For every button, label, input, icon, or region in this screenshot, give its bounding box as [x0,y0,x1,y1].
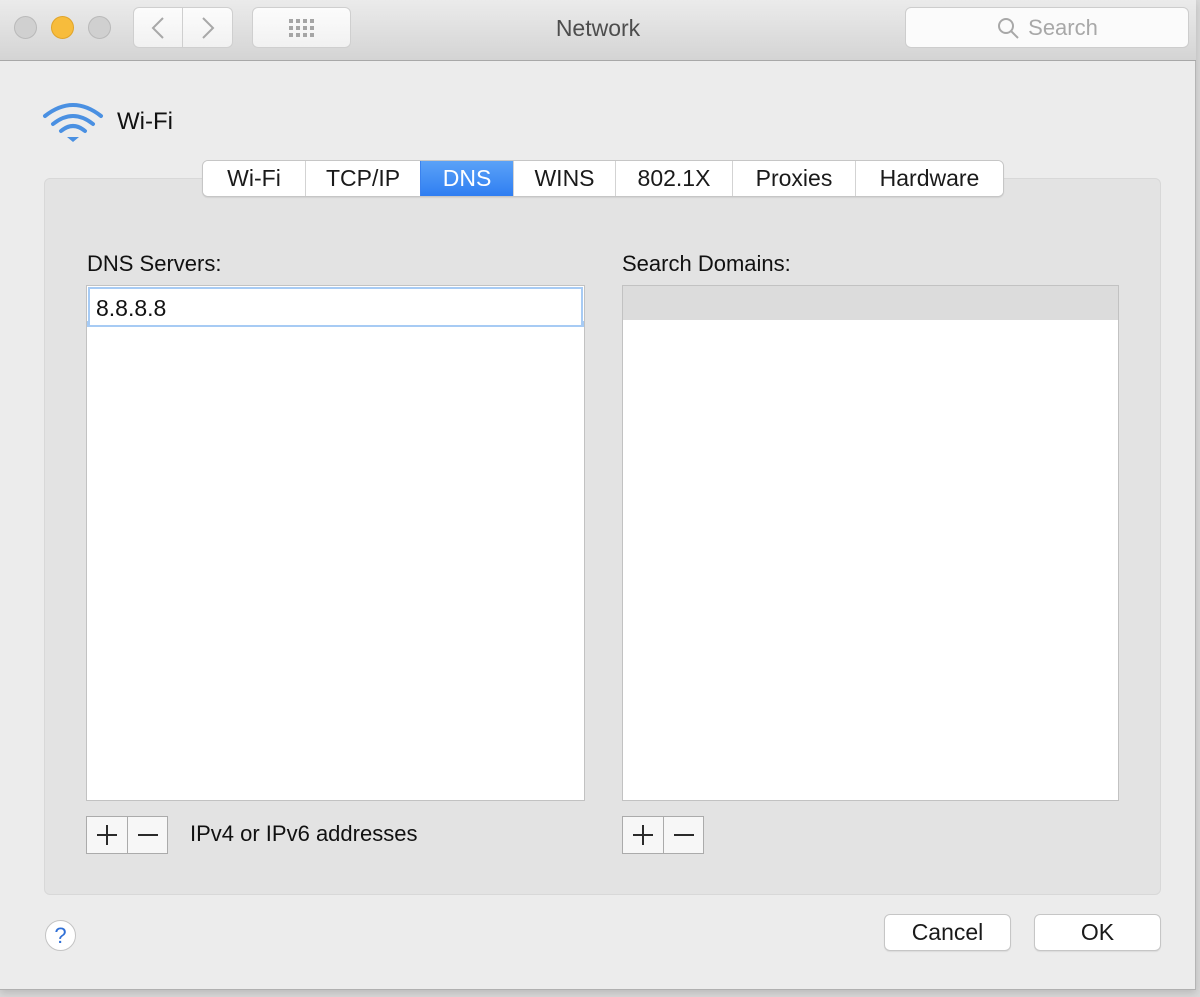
tab-802-1x[interactable]: 802.1X [615,161,732,196]
remove-dns-server-button[interactable] [127,817,167,853]
search-domains-label: Search Domains: [622,251,791,276]
add-search-domain-button[interactable] [623,817,663,853]
search-domain-row[interactable] [623,286,1118,320]
dns-server-value[interactable]: 8.8.8.8 [96,295,166,322]
tab-hardware[interactable]: Hardware [855,161,1003,196]
remove-search-domain-button[interactable] [663,817,703,853]
wifi-icon [43,103,103,142]
tab-wins[interactable]: WINS [513,161,615,196]
minus-icon [137,834,158,836]
search-domains-list[interactable] [622,285,1119,801]
add-dns-server-button[interactable] [87,817,127,853]
search-domain-add-remove-buttons [622,816,704,854]
search-placeholder: Search [1028,14,1098,40]
help-icon: ? [54,922,67,948]
tab-wifi[interactable]: Wi-Fi [203,161,305,196]
search-icon [998,17,1019,39]
minus-icon [673,834,694,836]
help-button[interactable]: ? [45,920,76,951]
dns-server-entry[interactable]: 8.8.8.8 [88,287,583,327]
plus-icon [633,825,653,845]
tab-dns[interactable]: DNS [420,161,513,196]
tab-bar: Wi-Fi TCP/IP DNS WINS 802.1X Proxies Har… [202,160,1004,197]
dns-servers-label: DNS Servers: [87,251,222,276]
cancel-button[interactable]: Cancel [884,914,1011,951]
title-bar: Network Search [0,0,1196,61]
dns-servers-list[interactable]: 8.8.8.8 [86,285,585,801]
plus-icon [97,825,117,845]
search-field[interactable]: Search [905,7,1189,48]
ok-button[interactable]: OK [1034,914,1161,951]
tab-tcp-ip[interactable]: TCP/IP [305,161,420,196]
service-name: Wi-Fi [117,108,173,135]
dns-add-remove-buttons [86,816,168,854]
network-preferences-window: Network Search Wi-Fi Wi-Fi TCP/IP DNS WI… [0,0,1196,990]
tab-proxies[interactable]: Proxies [732,161,855,196]
dns-hint-text: IPv4 or IPv6 addresses [190,821,418,846]
